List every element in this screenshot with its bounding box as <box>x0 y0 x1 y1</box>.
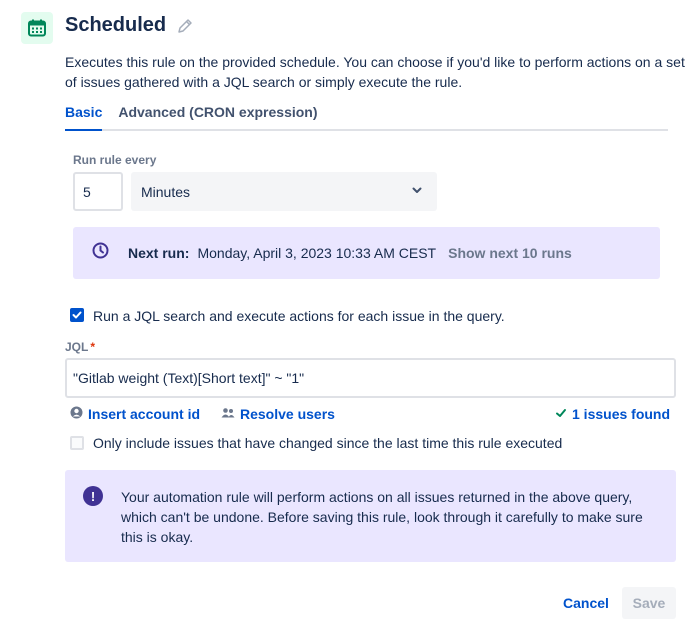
only-changed-issues-label[interactable]: Only include issues that have changed si… <box>93 435 562 451</box>
tab-basic[interactable]: Basic <box>65 104 103 131</box>
exclamation-icon: ! <box>83 486 103 506</box>
calendar-icon <box>21 12 53 44</box>
cancel-button[interactable]: Cancel <box>555 587 617 619</box>
show-next-runs-link[interactable]: Show next 10 runs <box>448 245 572 261</box>
title-row: Scheduled <box>65 14 194 37</box>
tab-advanced-cron[interactable]: Advanced (CRON expression) <box>118 104 317 129</box>
trigger-description: Executes this rule on the provided sched… <box>65 54 685 90</box>
schedule-tabs: Basic Advanced (CRON expression) <box>65 104 668 131</box>
interval-unit-value: Minutes <box>141 183 191 200</box>
users-icon <box>221 406 235 422</box>
next-run-value: Monday, April 3, 2023 10:33 AM CEST <box>197 245 437 261</box>
save-button[interactable]: Save <box>622 587 676 619</box>
page-title: Scheduled <box>65 14 167 36</box>
insert-account-id-label: Insert account id <box>88 406 201 422</box>
warning-info-panel: ! Your automation rule will perform acti… <box>65 470 676 562</box>
warning-info-text: Your automation rule will perform action… <box>121 489 643 545</box>
pencil-icon[interactable] <box>176 17 194 35</box>
resolve-users-link[interactable]: Resolve users <box>221 406 335 422</box>
check-icon <box>555 406 567 422</box>
required-marker: * <box>90 340 96 354</box>
run-every-label: Run rule every <box>73 153 157 167</box>
next-run-panel: Next run: Monday, April 3, 2023 10:33 AM… <box>73 227 660 279</box>
jql-search-checkbox[interactable] <box>70 308 84 322</box>
issues-found-label: 1 issues found <box>572 406 671 422</box>
chevron-down-icon <box>411 183 423 201</box>
jql-field-label: JQL * <box>65 340 95 354</box>
checkmark-icon <box>72 311 82 319</box>
only-changed-issues-checkbox[interactable] <box>70 436 84 450</box>
interval-unit-select[interactable]: Minutes <box>131 172 437 211</box>
interval-input[interactable] <box>73 172 123 211</box>
jql-label-text: JQL <box>65 340 89 354</box>
resolve-users-label: Resolve users <box>240 406 335 422</box>
issues-found-link[interactable]: 1 issues found <box>555 406 670 422</box>
jql-input[interactable] <box>65 358 676 398</box>
insert-account-id-link[interactable]: Insert account id <box>70 406 200 422</box>
next-run-label: Next run: <box>128 245 190 261</box>
jql-search-checkbox-label[interactable]: Run a JQL search and execute actions for… <box>93 308 505 324</box>
clock-icon <box>92 242 109 264</box>
user-icon <box>70 406 83 422</box>
